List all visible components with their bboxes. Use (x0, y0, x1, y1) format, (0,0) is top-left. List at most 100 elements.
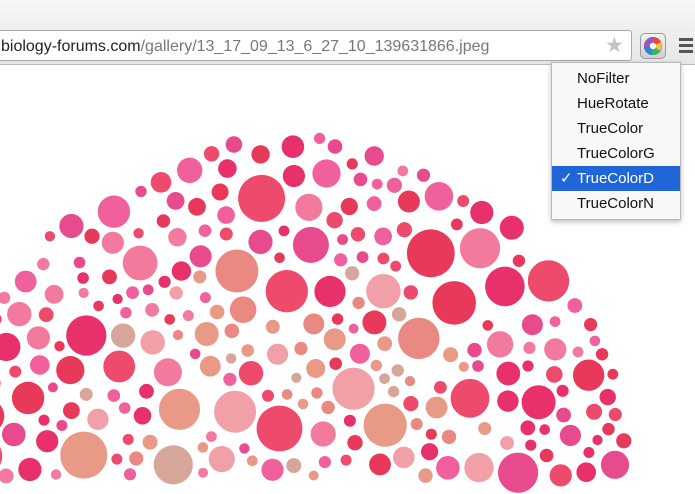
plate-dot (362, 310, 387, 335)
plate-dot (97, 195, 131, 228)
filter-option-truecolorg[interactable]: TrueColorG (552, 141, 680, 166)
plate-dot (158, 388, 201, 430)
plate-dot (321, 400, 335, 415)
plate-dot (238, 174, 286, 222)
plate-dot (592, 434, 603, 446)
plate-dot (467, 342, 482, 358)
plate-dot (153, 358, 182, 387)
plate-dot (391, 364, 404, 377)
plate-dot (197, 442, 209, 453)
hamburger-menu-icon[interactable] (677, 35, 695, 57)
plate-dot (206, 431, 217, 442)
plate-dot (225, 136, 243, 153)
browser-toolbar: biology-forums.com/gallery/13_17_09_13_6… (0, 0, 695, 65)
filter-option-label: TrueColorG (577, 145, 655, 162)
plate-dot (140, 330, 165, 355)
plate-dot (118, 402, 131, 414)
filter-option-label: NoFilter (577, 70, 630, 87)
plate-dot (0, 404, 5, 428)
plate-dot (256, 405, 303, 452)
plate-dot (486, 331, 514, 358)
plate-dot (47, 382, 58, 393)
url-text: biology-forums.com/gallery/13_17_09_13_6… (1, 31, 489, 62)
plate-dot (129, 451, 144, 466)
plate-dot (87, 408, 109, 430)
plate-dot (203, 146, 220, 162)
plate-dot (379, 373, 390, 384)
plate-dot (30, 355, 50, 375)
plate-dot (199, 292, 211, 304)
filter-option-nofilter[interactable]: NoFilter (552, 66, 680, 91)
filter-option-truecolord[interactable]: ✓ TrueColorD (552, 166, 680, 191)
plate-dot (403, 396, 419, 412)
plate-dot (189, 348, 201, 360)
plate-dot (377, 336, 393, 351)
plate-dot (410, 418, 423, 430)
plate-dot (218, 159, 237, 178)
filter-option-truecolorn[interactable]: TrueColorN (552, 191, 680, 216)
plate-dot (11, 381, 45, 415)
star-icon[interactable]: ★ (605, 35, 624, 57)
plate-dot (177, 157, 203, 183)
plate-dot (525, 439, 537, 451)
filter-option-truecolor[interactable]: TrueColor (552, 116, 680, 141)
plate-dot (229, 296, 257, 323)
plate-dot (595, 348, 609, 361)
address-bar[interactable]: biology-forums.com/gallery/13_17_09_13_6… (0, 30, 632, 61)
plate-dot (142, 434, 158, 450)
plate-dot (112, 293, 123, 305)
plate-dot (73, 256, 86, 269)
plate-dot (323, 328, 346, 351)
plate-dot (44, 231, 56, 242)
plate-dot (549, 316, 561, 327)
plate-dot (59, 213, 84, 239)
plate-dot (478, 422, 492, 435)
plate-dot (312, 159, 341, 188)
plate-dot (310, 421, 336, 447)
plate-dot (521, 314, 543, 336)
plate-dot (103, 350, 136, 383)
plate-dot (56, 420, 68, 431)
plate-dot (546, 366, 563, 383)
plate-dot (77, 272, 89, 284)
plate-dot (0, 468, 14, 484)
plate-dot (539, 448, 554, 463)
plate-dot (599, 388, 616, 406)
plate-dot (172, 329, 184, 341)
plate-dot (332, 367, 375, 410)
plate-dot (308, 470, 319, 481)
plate-dot (122, 245, 158, 281)
plate-dot (139, 383, 154, 399)
plate-dot (464, 452, 494, 483)
plate-dot (556, 384, 569, 397)
plate-dot (295, 193, 323, 221)
plate-dot (457, 195, 470, 207)
plate-dot (36, 430, 59, 453)
plate-dot (520, 420, 536, 436)
plate-dot (9, 365, 22, 378)
plate-dot (164, 314, 175, 325)
plate-dot (286, 458, 302, 474)
plate-dot (63, 402, 80, 419)
plate-dot (363, 403, 407, 447)
plate-dot (150, 172, 172, 193)
plate-dot (303, 313, 325, 335)
plate-dot (211, 183, 229, 201)
plate-dot (377, 252, 390, 265)
plate-dot (120, 307, 132, 319)
plate-dot (499, 215, 524, 240)
plate-dot (586, 403, 603, 420)
plate-dot (0, 291, 11, 304)
plate-dot (102, 269, 117, 285)
plate-dot (2, 422, 26, 447)
color-filter-extension-button[interactable] (640, 33, 666, 59)
filter-option-huerotate[interactable]: HueRotate (552, 91, 680, 116)
plate-dot (246, 455, 258, 467)
plate-dot (225, 353, 237, 364)
plate-dot (583, 447, 595, 458)
plate-dot (370, 359, 382, 372)
plate-dot (297, 398, 309, 410)
plate-dot (219, 227, 233, 241)
plate-dot (348, 323, 359, 334)
plate-dot (0, 379, 1, 387)
